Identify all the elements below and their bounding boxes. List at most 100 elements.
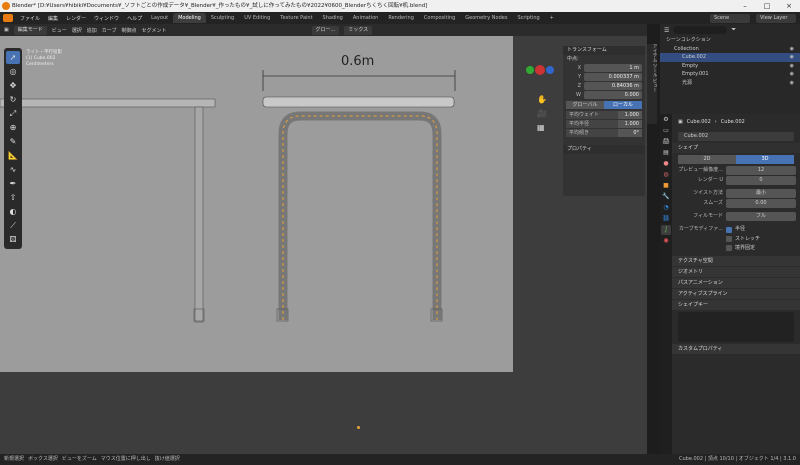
prop-row[interactable]: プレビュー解像度... 12	[676, 166, 796, 175]
visibility-eye-icon[interactable]: ◉	[790, 53, 794, 62]
menu-window[interactable]: ウィンドウ	[90, 15, 123, 22]
prop-row[interactable]: ツイスト方法 最小	[676, 189, 796, 198]
sidebar-tabs[interactable]: アイテム ツール ビュー	[647, 44, 657, 124]
section-path-animation[interactable]: パスアニメーション	[672, 278, 800, 288]
prop-value[interactable]: フル	[726, 212, 796, 221]
section-custom-props[interactable]: カスタムプロパティ	[672, 344, 800, 354]
measure-icon[interactable]: 📐	[6, 149, 20, 162]
constraint-tab-icon[interactable]: ⛓	[661, 214, 671, 224]
extrude-icon[interactable]: ⇧	[6, 191, 20, 204]
outliner-mode-icon[interactable]: ☰	[664, 27, 669, 34]
mode-dropdown[interactable]: 編集モード	[13, 25, 47, 35]
visibility-eye-icon[interactable]: ◉	[790, 45, 794, 54]
menu-curve[interactable]: カーブ	[102, 27, 117, 34]
workspace-tab[interactable]: UV Editing	[239, 13, 275, 23]
randomize-icon[interactable]: ⚄	[6, 233, 20, 246]
outliner-item-light[interactable]: 光源 ◉	[660, 79, 800, 88]
cursor-icon[interactable]: ◎	[6, 65, 20, 78]
menu-segments[interactable]: セグメント	[142, 27, 167, 34]
workspace-tab[interactable]: Compositing	[419, 13, 460, 23]
prop-value[interactable]: 最小	[726, 189, 796, 198]
maximize-button[interactable]: □	[756, 0, 778, 12]
menu-edit[interactable]: 編集	[44, 15, 62, 22]
local-button[interactable]: ローカル	[604, 101, 642, 109]
output-tab-icon[interactable]: 🖨	[661, 137, 671, 147]
field-value[interactable]: 1.000	[618, 120, 642, 128]
menu-render[interactable]: レンダー	[62, 15, 90, 22]
menu-view[interactable]: ビュー	[52, 27, 67, 34]
section-geometry[interactable]: ジオメトリ	[672, 267, 800, 277]
coord-value[interactable]: 0.84036 m	[584, 82, 642, 90]
radius-checkbox[interactable]	[726, 226, 732, 233]
view-layer-tab-icon[interactable]: ▤	[661, 148, 671, 158]
dim-3d-button[interactable]: 3D	[736, 155, 794, 164]
outliner-search[interactable]	[673, 26, 728, 34]
outliner-item-empty-001[interactable]: Empty.001 ◉	[660, 70, 800, 79]
move-icon[interactable]: ✥	[6, 79, 20, 92]
physics-tab-icon[interactable]: ◔	[661, 203, 671, 213]
transform-orientation[interactable]: グロー...	[311, 25, 340, 35]
workspace-tab-active[interactable]: Modeling	[173, 13, 206, 23]
shape-section[interactable]: シェイプ	[672, 143, 800, 153]
tilt-row[interactable]: 平均傾き 0°	[566, 129, 642, 137]
coord-z-row[interactable]: Z 0.84036 m	[566, 82, 642, 90]
workspace-tab[interactable]: Scripting	[512, 13, 544, 23]
dim-2d-button[interactable]: 2D	[678, 155, 736, 164]
transform-icon[interactable]: ⊕	[6, 121, 20, 134]
global-button[interactable]: グローバル	[566, 101, 604, 109]
scale-icon[interactable]: ⤢	[6, 107, 20, 120]
add-workspace-button[interactable]: +	[545, 13, 559, 23]
coord-w-row[interactable]: W 0.000	[566, 91, 642, 99]
close-button[interactable]: ×	[778, 0, 800, 12]
annotate-icon[interactable]: ✎	[6, 135, 20, 148]
prop-row[interactable]: スムーズ 0.00	[676, 199, 796, 208]
menu-add[interactable]: 追加	[87, 27, 97, 34]
object-tab-icon[interactable]: ■	[661, 181, 671, 191]
prop-row[interactable]: レンダー U0	[676, 176, 796, 185]
stretch-check[interactable]: ストレッチ	[726, 235, 800, 243]
space-toggle[interactable]: グローバル ローカル	[566, 101, 642, 109]
scene-tab-icon[interactable]: ●	[661, 159, 671, 169]
modifier-tab-icon[interactable]: 🔧	[661, 192, 671, 202]
curve-data-tab-icon[interactable]: ∫	[661, 225, 671, 235]
workspace-tab[interactable]: Sculpting	[206, 13, 239, 23]
coord-value[interactable]: 0.000337 m	[584, 73, 642, 81]
editor-type-icon[interactable]: ▣	[4, 27, 9, 33]
pen-icon[interactable]: ✒	[6, 177, 20, 190]
prop-value[interactable]: 12	[726, 166, 796, 175]
draw-icon[interactable]: ∿	[6, 163, 20, 176]
coord-value[interactable]: 0.000	[584, 91, 642, 99]
proportional-mix[interactable]: ミックス	[344, 25, 373, 35]
bounds-checkbox[interactable]	[726, 245, 732, 251]
tilt-icon[interactable]: ⟋	[6, 219, 20, 232]
world-tab-icon[interactable]: ◍	[661, 170, 671, 180]
radius-row[interactable]: 平均半径 1.000	[566, 120, 642, 128]
field-value[interactable]: 0°	[618, 129, 642, 137]
field-value[interactable]: 1.000	[618, 111, 642, 119]
3d-viewport[interactable]: 0.6m ライト・平行投影 (1) Cube.002 Centimeters ➚…	[0, 36, 647, 454]
coord-x-row[interactable]: X1 m	[566, 64, 642, 72]
menu-help[interactable]: ヘルプ	[123, 15, 146, 22]
shape-keys-list[interactable]	[678, 312, 794, 342]
section-active-spline[interactable]: アクティブスプライン	[672, 289, 800, 299]
bounds-clamp-check[interactable]: 境界固定	[726, 244, 800, 252]
workspace-tab[interactable]: Shading	[318, 13, 348, 23]
workspace-tab[interactable]: Rendering	[383, 13, 419, 23]
viewlayer-selector[interactable]: View Layer	[756, 13, 796, 23]
workspace-tab[interactable]: Layout	[146, 13, 173, 23]
stretch-checkbox[interactable]	[726, 236, 732, 242]
transform-header[interactable]: トランスフォーム	[563, 46, 645, 55]
properties-header[interactable]: プロパティ	[563, 145, 645, 154]
workspace-tab[interactable]: Animation	[348, 13, 384, 23]
menu-select[interactable]: 選択	[72, 27, 82, 34]
prop-value[interactable]: 0.00	[726, 199, 796, 208]
material-tab-icon[interactable]: ◉	[661, 236, 671, 246]
section-texture-space[interactable]: テクスチャ空間	[672, 256, 800, 266]
prop-row[interactable]: フィルモード フル	[676, 212, 796, 221]
filter-icon[interactable]: ⏷	[731, 26, 736, 34]
scene-collection[interactable]: シーンコレクション	[660, 36, 800, 45]
outliner-item-collection[interactable]: Collection ◉	[660, 45, 800, 54]
section-shape-keys[interactable]: シェイプキー	[672, 300, 800, 310]
rotate-icon[interactable]: ↻	[6, 93, 20, 106]
data-name-field[interactable]: Cube.002	[678, 132, 794, 141]
